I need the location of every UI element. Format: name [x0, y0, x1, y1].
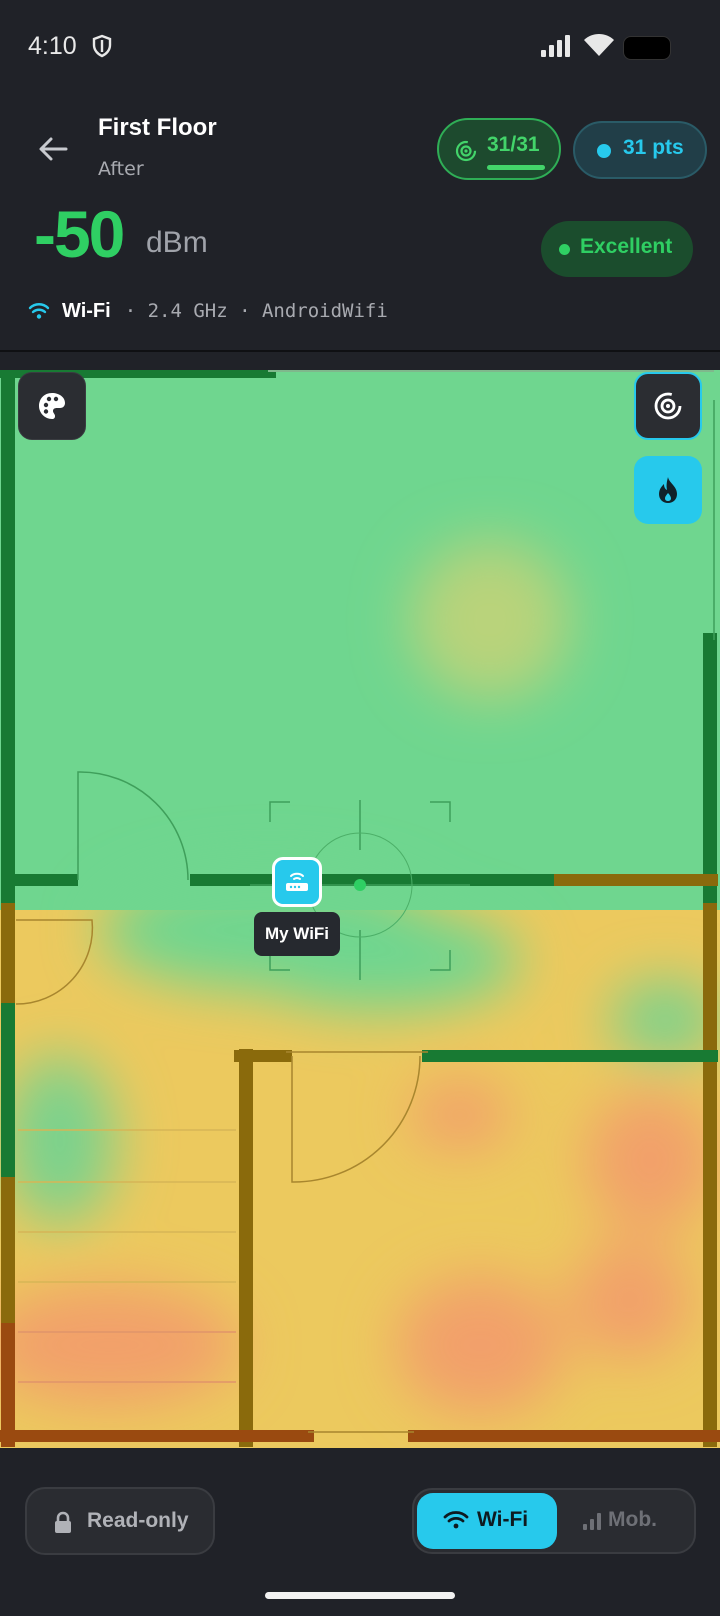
wifi-icon	[584, 34, 614, 56]
wifi-mode-tab[interactable]: Wi-Fi	[417, 1493, 557, 1549]
header-divider	[0, 350, 720, 352]
status-time: 4:10	[28, 32, 77, 60]
status-bar: 4:10	[0, 0, 720, 96]
quality-dot	[559, 244, 570, 255]
network-info: Wi-Fi · 2.4 GHz · AndroidWifi	[28, 296, 388, 326]
heatmap-toggle-button[interactable]	[634, 456, 702, 524]
router-label: My WiFi	[254, 912, 340, 956]
radar-icon	[455, 140, 477, 162]
network-type: Wi-Fi	[62, 299, 111, 322]
page-subtitle: After	[98, 158, 144, 180]
back-arrow-icon[interactable]	[36, 132, 70, 166]
mobile-mode-tab[interactable]: Mob.	[564, 1493, 692, 1549]
signal-quality-badge: Excellent	[541, 221, 693, 277]
target-icon	[654, 392, 682, 420]
wifi-mode-label: Wi-Fi	[477, 1508, 529, 1531]
network-meta: · 2.4 GHz · AndroidWifi	[124, 300, 388, 322]
scan-progress-bar	[487, 165, 545, 170]
cell-signal-icon	[541, 35, 570, 57]
signal-value: -50	[34, 197, 125, 271]
router-icon	[286, 872, 308, 891]
router-marker[interactable]	[272, 857, 322, 907]
mobile-mode-label: Mob.	[608, 1508, 657, 1531]
points-count: 31 pts	[623, 136, 684, 159]
shield-icon	[92, 34, 112, 58]
survey-mode-button[interactable]	[634, 372, 702, 440]
points-pill[interactable]: 31 pts	[573, 121, 707, 179]
home-indicator[interactable]	[265, 1592, 455, 1599]
heatmap-canvas	[0, 370, 720, 1448]
page-title: First Floor	[98, 114, 217, 141]
points-dot	[597, 144, 611, 158]
battery-icon	[623, 36, 671, 60]
wifi-icon	[443, 1511, 469, 1529]
fire-icon	[659, 477, 677, 503]
palette-button[interactable]	[18, 372, 86, 440]
read-only-button[interactable]: Read-only	[25, 1487, 215, 1555]
network-mode-toggle: Wi-Fi Mob.	[412, 1488, 696, 1554]
cell-signal-icon	[583, 1513, 601, 1530]
signal-quality: Excellent	[580, 235, 673, 258]
wifi-icon	[28, 303, 50, 319]
lock-icon	[55, 1511, 71, 1533]
scan-count: 31/31	[487, 133, 540, 156]
palette-icon	[39, 393, 65, 419]
heatmap-floor-plan[interactable]	[0, 370, 720, 1448]
scan-count-pill[interactable]: 31/31	[437, 118, 561, 180]
signal-unit: dBm	[146, 226, 208, 259]
read-only-label: Read-only	[87, 1509, 189, 1532]
